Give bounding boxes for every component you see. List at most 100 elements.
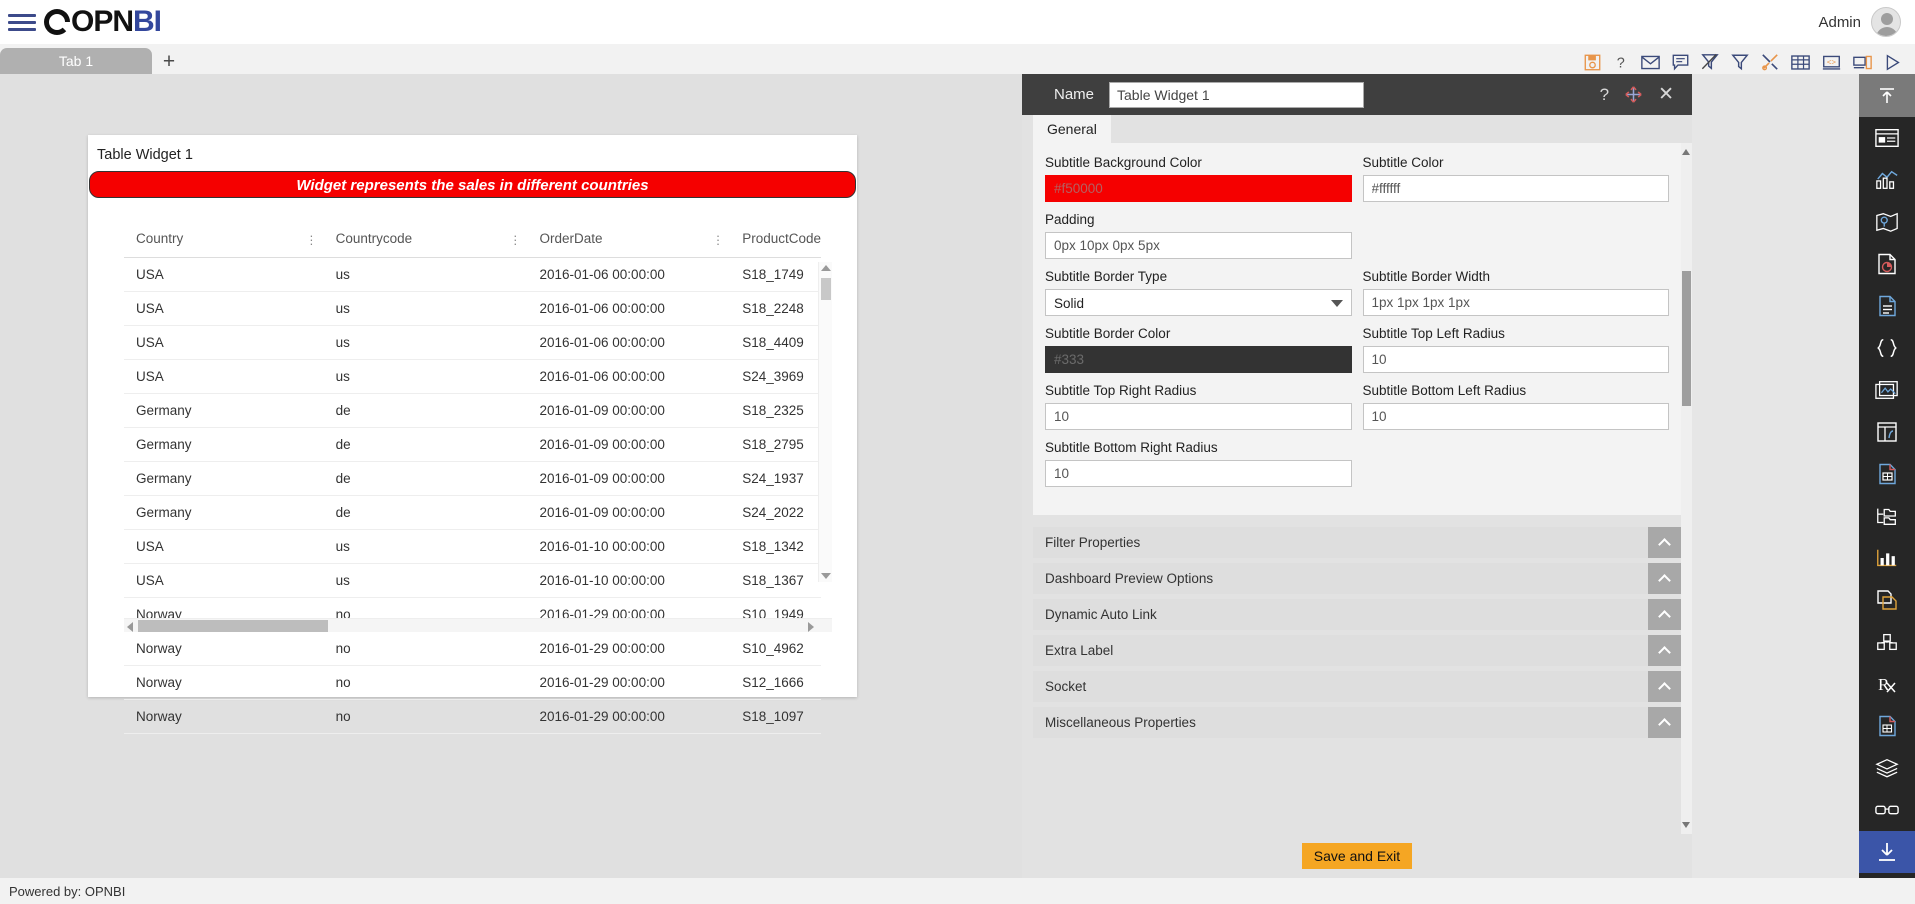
table-widget[interactable]: Table Widget 1 Widget represents the sal…	[88, 135, 857, 734]
table-horizontal-scrollbar[interactable]	[124, 618, 832, 632]
table-cell: 2016-01-09 00:00:00	[527, 427, 731, 462]
horizontal-scroll-thumb[interactable]	[138, 620, 328, 632]
scroll-left-icon[interactable]	[127, 622, 133, 632]
table-document-icon[interactable]	[1859, 705, 1915, 747]
column-header-countrycode[interactable]: Countrycode · · ·	[323, 222, 528, 258]
download-icon[interactable]	[1859, 831, 1915, 873]
tab-tab-1[interactable]: Tab 1	[0, 48, 152, 74]
table-row[interactable]: Germany de 2016-01-09 00:00:00 S24_2022	[124, 495, 821, 530]
subtitle-border-color-input[interactable]	[1045, 346, 1352, 373]
chart-icon[interactable]	[1859, 159, 1915, 201]
glasses-icon[interactable]	[1859, 789, 1915, 831]
chevron-up-icon[interactable]	[1648, 671, 1681, 702]
table-row[interactable]: USA us 2016-01-10 00:00:00 S18_1367	[124, 563, 821, 598]
cubes-icon[interactable]	[1859, 621, 1915, 663]
table-row[interactable]: Norway no 2016-01-29 00:00:00 S18_1097	[124, 699, 821, 734]
chevron-up-icon[interactable]	[1648, 707, 1681, 738]
table-row[interactable]: USA us 2016-01-06 00:00:00 S24_3969	[124, 359, 821, 394]
table-row[interactable]: Germany de 2016-01-09 00:00:00 S24_1937	[124, 461, 821, 496]
panel-scrollbar[interactable]	[1681, 143, 1692, 834]
mail-icon[interactable]	[1641, 55, 1660, 70]
play-icon[interactable]	[1884, 53, 1901, 71]
chevron-up-icon[interactable]	[1648, 527, 1681, 558]
section-extra-label[interactable]: Extra Label	[1033, 635, 1681, 666]
help-icon[interactable]: ?	[1613, 54, 1629, 71]
subtitle-bottom-right-radius-input[interactable]	[1045, 460, 1352, 487]
panel-scroll-thumb[interactable]	[1682, 271, 1691, 406]
vertical-scroll-thumb[interactable]	[821, 278, 831, 300]
hamburger-icon[interactable]	[8, 11, 36, 33]
layers-icon[interactable]	[1859, 747, 1915, 789]
rx-icon[interactable]: R	[1859, 663, 1915, 705]
padding-input[interactable]	[1045, 232, 1352, 259]
devices-icon[interactable]	[1853, 54, 1872, 71]
tab-general[interactable]: General	[1033, 115, 1111, 143]
table-row[interactable]: Norway no 2016-01-29 00:00:00 S10_4962	[124, 631, 821, 666]
column-menu-icon[interactable]: · · ·	[716, 229, 720, 250]
tools-icon[interactable]	[1761, 53, 1779, 71]
filter-off-icon[interactable]	[1701, 53, 1719, 71]
move-icon[interactable]	[1625, 86, 1642, 103]
subtitle-border-type-select[interactable]: Solid	[1045, 289, 1352, 316]
widget-card-icon[interactable]	[1859, 117, 1915, 159]
pie-document-icon[interactable]	[1859, 243, 1915, 285]
chevron-up-icon[interactable]	[1648, 563, 1681, 594]
subtitle-color-input[interactable]	[1362, 175, 1669, 202]
code-icon[interactable]: <>	[1822, 54, 1841, 71]
layout-icon[interactable]	[1859, 411, 1915, 453]
section-socket[interactable]: Socket	[1033, 671, 1681, 702]
collapse-up-icon[interactable]	[1859, 74, 1915, 117]
scroll-up-icon[interactable]	[821, 265, 831, 271]
comment-icon[interactable]	[1672, 54, 1689, 71]
bar-mini-icon[interactable]	[1859, 537, 1915, 579]
save-and-exit-button[interactable]: Save and Exit	[1301, 843, 1413, 869]
column-header-productcode[interactable]: ProductCode	[730, 222, 821, 258]
help-icon[interactable]: ?	[1600, 85, 1609, 105]
filter-icon[interactable]	[1731, 53, 1749, 71]
map-icon[interactable]	[1859, 201, 1915, 243]
application-root: OPNBI Admin Tab 1 + ? <> Table Widget 1 …	[0, 0, 1915, 904]
add-tab-button[interactable]: +	[152, 50, 186, 74]
table-row[interactable]: USA us 2016-01-06 00:00:00 S18_1749	[124, 257, 821, 292]
table-row[interactable]: Norway no 2016-01-29 00:00:00 S12_1666	[124, 665, 821, 700]
tree-folder-icon[interactable]	[1859, 495, 1915, 537]
table-vertical-scrollbar[interactable]	[818, 262, 832, 582]
column-header-country[interactable]: Country · · ·	[124, 222, 324, 258]
table-row[interactable]: USA us 2016-01-10 00:00:00 S18_1342	[124, 529, 821, 564]
chevron-up-icon[interactable]	[1648, 599, 1681, 630]
avatar[interactable]	[1871, 7, 1901, 37]
table-row[interactable]: Germany de 2016-01-09 00:00:00 S18_2795	[124, 427, 821, 462]
document-icon[interactable]	[1859, 285, 1915, 327]
section-dynamic-auto-link[interactable]: Dynamic Auto Link	[1033, 599, 1681, 630]
scroll-right-icon[interactable]	[808, 622, 814, 632]
save-icon[interactable]	[1584, 54, 1601, 71]
panel-scroll-down-icon[interactable]	[1682, 822, 1690, 828]
close-icon[interactable]: ✕	[1658, 85, 1674, 104]
report-document-icon[interactable]	[1859, 453, 1915, 495]
section-miscellaneous-properties[interactable]: Miscellaneous Properties	[1033, 707, 1681, 738]
subtitle-top-left-radius-input[interactable]	[1362, 346, 1669, 373]
table-row[interactable]: Germany de 2016-01-09 00:00:00 S18_2325	[124, 393, 821, 428]
column-menu-icon[interactable]: · · ·	[513, 229, 517, 250]
table-cell: S24_3969	[730, 359, 821, 394]
chevron-up-icon[interactable]	[1648, 635, 1681, 666]
table-cell: 2016-01-06 00:00:00	[527, 325, 731, 360]
subtitle-top-right-radius-input[interactable]	[1045, 403, 1352, 430]
subtitle-bg-color-input[interactable]	[1045, 175, 1352, 202]
section-filter-properties[interactable]: Filter Properties	[1033, 527, 1681, 558]
section-dashboard-preview-options[interactable]: Dashboard Preview Options	[1033, 563, 1681, 594]
copy-page-icon[interactable]	[1859, 579, 1915, 621]
column-header-orderdate[interactable]: OrderDate · · ·	[527, 222, 731, 258]
field-label: Subtitle Top Right Radius	[1045, 383, 1197, 398]
table-row[interactable]: USA us 2016-01-06 00:00:00 S18_4409	[124, 325, 821, 360]
subtitle-bottom-left-radius-input[interactable]	[1362, 403, 1669, 430]
subtitle-border-width-input[interactable]	[1362, 289, 1669, 316]
scroll-down-icon[interactable]	[821, 573, 831, 579]
panel-scroll-up-icon[interactable]	[1682, 149, 1690, 155]
widget-name-input[interactable]	[1109, 81, 1365, 108]
table-icon[interactable]	[1791, 54, 1810, 71]
table-row[interactable]: USA us 2016-01-06 00:00:00 S18_2248	[124, 291, 821, 326]
column-menu-icon[interactable]: · · ·	[309, 229, 313, 250]
braces-icon[interactable]	[1859, 327, 1915, 369]
images-icon[interactable]	[1859, 369, 1915, 411]
